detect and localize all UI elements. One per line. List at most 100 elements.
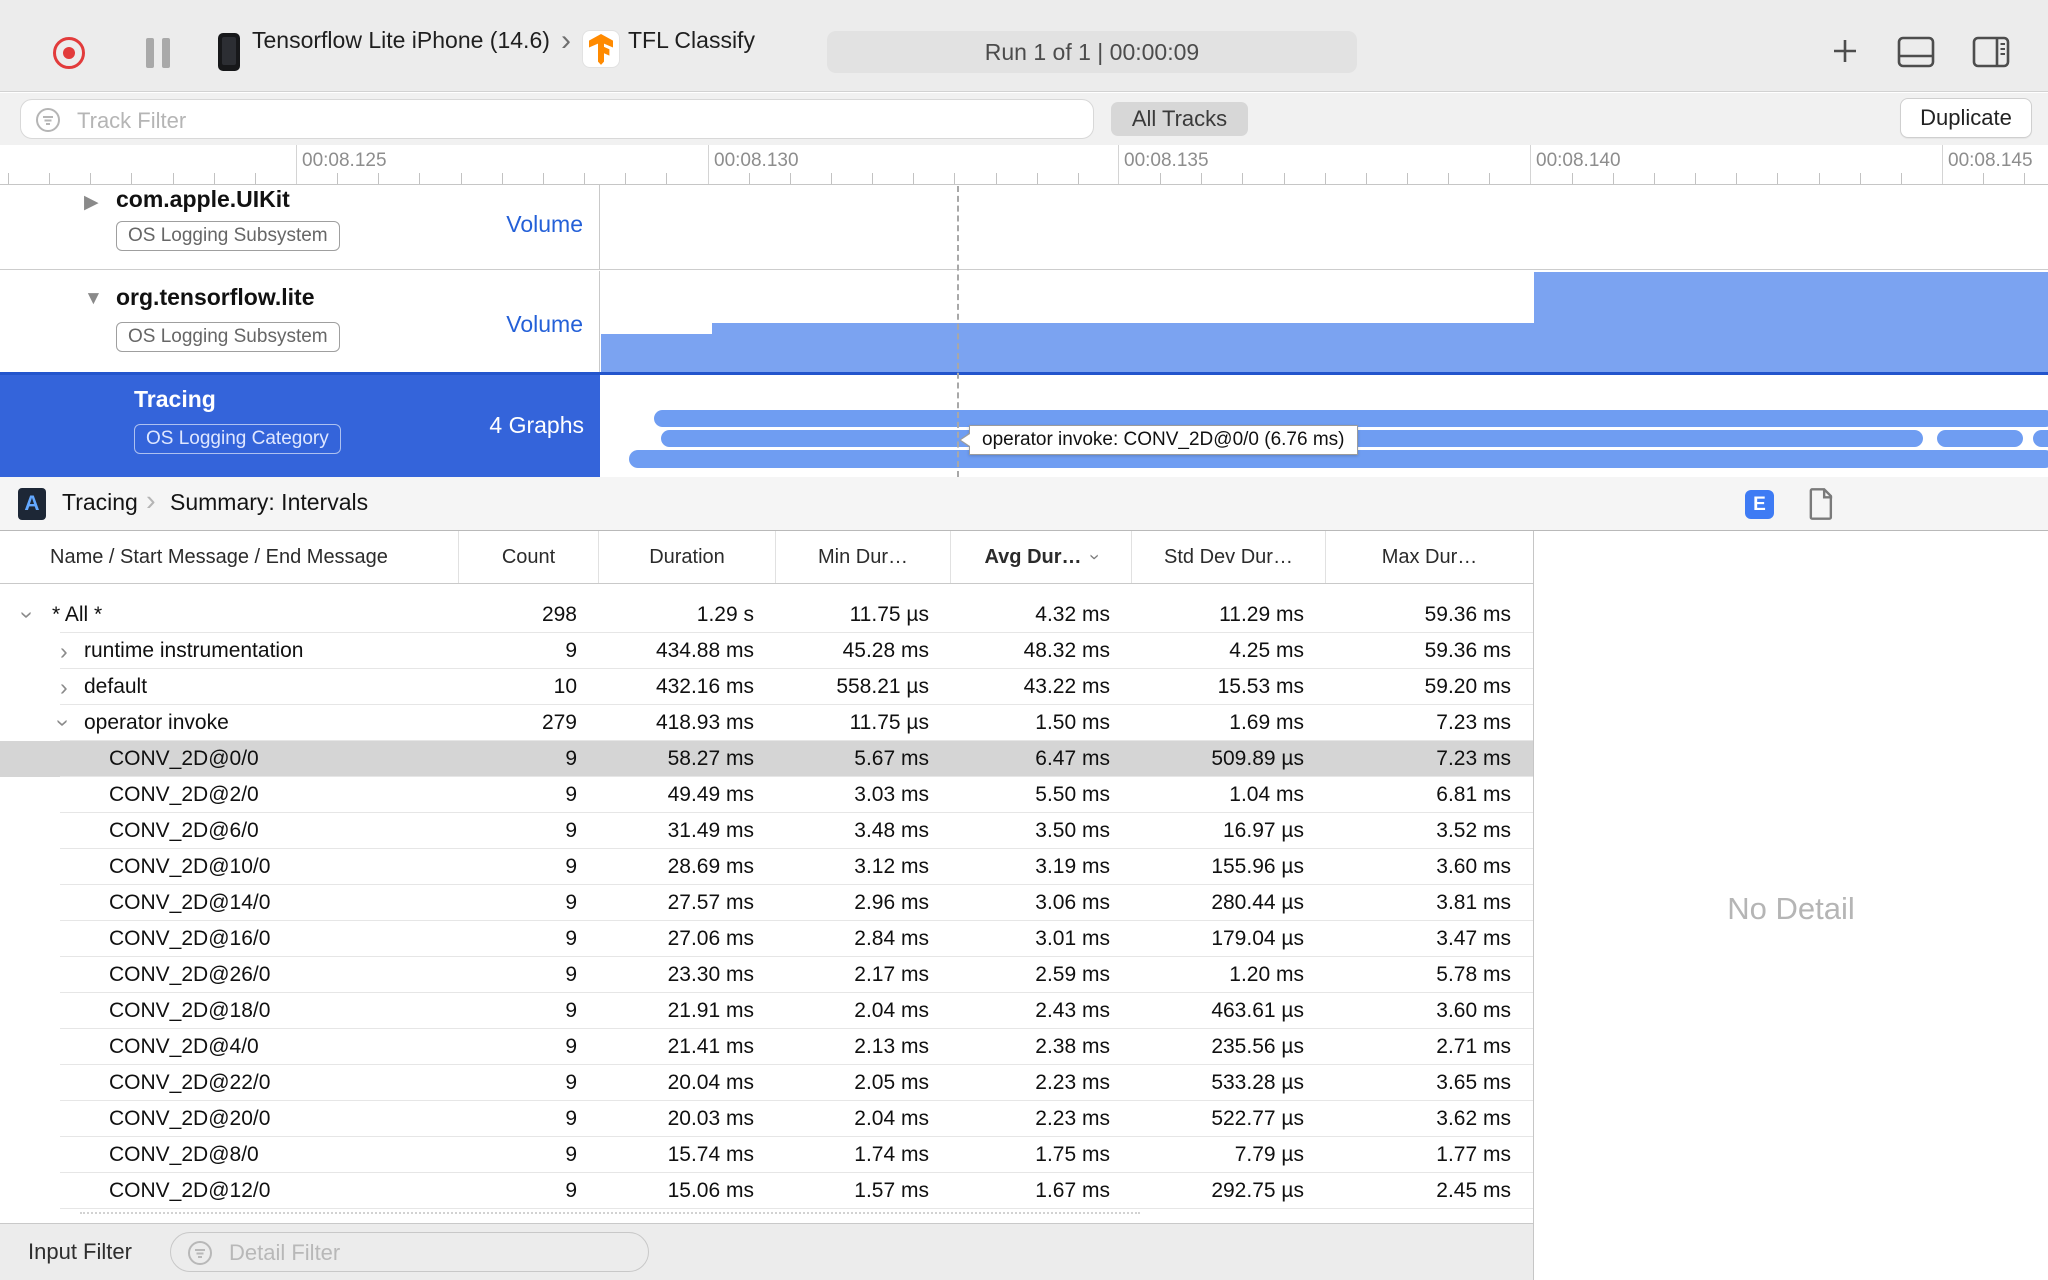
breadcrumb-summary-intervals[interactable]: Summary: Intervals	[170, 489, 368, 516]
disclosure-collapsed-icon[interactable]: ▶	[84, 191, 99, 214]
row-avg: 2.59 ms	[1035, 963, 1110, 986]
table-row[interactable]: CONV_2D@4/0 9 21.41 ms 2.13 ms 2.38 ms 235.56…	[0, 1029, 1533, 1065]
row-min: 2.05 ms	[854, 1071, 929, 1094]
row-max: 2.71 ms	[1436, 1035, 1511, 1058]
row-name: default	[84, 675, 148, 698]
row-disclosure-icon[interactable]: ›	[60, 669, 68, 705]
column-header-name[interactable]: Name / Start Message / End Message	[0, 531, 459, 583]
track-header-tracing[interactable]: Tracing OS Logging Category 4 Graphs	[0, 372, 600, 477]
track-title: Tracing	[134, 386, 216, 412]
table-row[interactable]: › * All * 298 1.29 s 11.75 µs 4.32 ms 11.29 ms…	[0, 597, 1533, 633]
track-header-uikit[interactable]: ▶ com.apple.UIKit OS Logging Subsystem V…	[0, 185, 600, 269]
row-disclosure-icon[interactable]: ›	[10, 611, 46, 619]
table-row[interactable]: CONV_2D@16/0 9 27.06 ms 2.84 ms 3.01 ms 179.0…	[0, 921, 1533, 957]
table-row[interactable]: CONV_2D@2/0 9 49.49 ms 3.03 ms 5.50 ms 1.04 m…	[0, 777, 1533, 813]
table-row[interactable]: CONV_2D@8/0 9 15.74 ms 1.74 ms 1.75 ms 7.79 µ…	[0, 1137, 1533, 1173]
row-disclosure-icon[interactable]: ›	[46, 719, 82, 727]
ruler-minor-tick	[419, 173, 421, 184]
toggle-bottom-pane-button[interactable]	[1897, 36, 1935, 68]
target-select[interactable]: TFL Classify	[628, 27, 755, 54]
ruler-major-tick	[1118, 145, 1119, 184]
table-row[interactable]: CONV_2D@12/0 9 15.06 ms 1.57 ms 1.67 ms 292.7…	[0, 1173, 1533, 1209]
toolbar: Tensorflow Lite iPhone (14.6) › TFL Clas…	[0, 0, 2048, 92]
row-disclosure-icon[interactable]: ›	[60, 633, 68, 669]
row-count: 10	[553, 675, 577, 698]
table-row[interactable]: CONV_2D@14/0 9 27.57 ms 2.96 ms 3.06 ms 280.4…	[0, 885, 1533, 921]
table-row[interactable]: CONV_2D@22/0 9 20.04 ms 2.05 ms 2.23 ms 533.2…	[0, 1065, 1533, 1101]
track-row-uikit[interactable]: ▶ com.apple.UIKit OS Logging Subsystem V…	[0, 185, 2048, 270]
ruler-minor-tick	[995, 173, 997, 184]
duplicate-button[interactable]: Duplicate	[1900, 98, 2032, 138]
ruler-minor-tick	[1242, 173, 1244, 184]
row-count: 279	[541, 711, 577, 734]
ruler-minor-tick	[1695, 173, 1697, 184]
extended-detail-badge[interactable]: E	[1745, 490, 1774, 519]
table-row[interactable]: › operator invoke 279 418.93 ms 11.75 µs 1.50…	[0, 705, 1533, 741]
volume-bar-segment	[712, 323, 1534, 372]
row-std: 15.53 ms	[1217, 675, 1304, 698]
column-header-stddev[interactable]: Std Dev Dur…	[1132, 531, 1326, 583]
input-filter-button[interactable]: Input Filter	[28, 1239, 132, 1265]
interval-bar[interactable]	[2033, 430, 2048, 447]
no-detail-label: No Detail	[1727, 891, 1855, 926]
table-row[interactable]: CONV_2D@20/0 9 20.03 ms 2.04 ms 2.23 ms 522.7…	[0, 1101, 1533, 1137]
row-duration: 15.74 ms	[667, 1143, 754, 1166]
table-row[interactable]: CONV_2D@18/0 9 21.91 ms 2.04 ms 2.43 ms 463.6…	[0, 993, 1533, 1029]
ruler-minor-tick	[1818, 173, 1820, 184]
breadcrumb-chevron-icon: ›	[146, 485, 156, 517]
track-timeline-uikit[interactable]	[601, 185, 2048, 269]
toggle-right-pane-button[interactable]	[1972, 36, 2010, 68]
row-min: 2.17 ms	[854, 963, 929, 986]
document-icon[interactable]	[1808, 488, 1835, 520]
pause-button-icon[interactable]	[146, 38, 170, 68]
row-name-cell: CONV_2D@14/0	[0, 885, 459, 921]
table-row[interactable]: › runtime instrumentation 9 434.88 ms 45.28 …	[0, 633, 1533, 669]
ruler-tick-label: 00:08.145	[1948, 150, 2033, 171]
track-timeline-volume-histogram[interactable]	[601, 271, 2048, 372]
row-duration: 27.57 ms	[667, 891, 754, 914]
table-row[interactable]: CONV_2D@26/0 9 23.30 ms 2.17 ms 2.59 ms 1.20 …	[0, 957, 1533, 993]
device-select[interactable]: Tensorflow Lite iPhone (14.6)	[252, 27, 550, 54]
record-button-icon[interactable]	[53, 37, 85, 69]
table-row[interactable]: CONV_2D@10/0 9 28.69 ms 3.12 ms 3.19 ms 155.9…	[0, 849, 1533, 885]
track-row-tensorflow[interactable]: ▼ org.tensorflow.lite OS Logging Subsyst…	[0, 271, 2048, 372]
pane-divider[interactable]	[1533, 531, 1534, 1280]
add-instrument-button[interactable]	[1830, 36, 1860, 66]
breadcrumb-tracing[interactable]: Tracing	[62, 489, 138, 516]
ruler-minor-tick	[337, 173, 339, 184]
track-badge: OS Logging Subsystem	[116, 322, 340, 352]
all-tracks-button[interactable]: All Tracks	[1111, 102, 1248, 136]
interval-bar[interactable]	[1937, 430, 2023, 447]
row-count: 9	[565, 891, 577, 914]
instruments-window: Tensorflow Lite iPhone (14.6) › TFL Clas…	[0, 0, 2048, 1280]
column-header-count[interactable]: Count	[459, 531, 599, 583]
row-avg: 3.19 ms	[1035, 855, 1110, 878]
row-duration: 23.30 ms	[667, 963, 754, 986]
row-min: 2.84 ms	[854, 927, 929, 950]
table-row[interactable]: CONV_2D@0/0 9 58.27 ms 5.67 ms 6.47 ms 509.89…	[0, 741, 1533, 777]
column-header-avg-label: Avg Dur…	[984, 546, 1082, 568]
ruler-minor-tick	[7, 173, 9, 184]
track-filter-input[interactable]: Track Filter	[20, 99, 1094, 139]
time-ruler[interactable]: 00:08.125 00:08.130 00:08.135 00:08.140 00:0…	[0, 145, 2048, 185]
row-avg: 2.23 ms	[1035, 1071, 1110, 1094]
row-avg: 48.32 ms	[1023, 639, 1110, 662]
row-duration: 58.27 ms	[667, 747, 754, 770]
row-name: CONV_2D@10/0	[109, 855, 271, 878]
column-header-min[interactable]: Min Dur…	[776, 531, 951, 583]
detail-filter-placeholder: Detail Filter	[229, 1240, 341, 1265]
column-header-max[interactable]: Max Dur…	[1326, 531, 1533, 583]
row-name: CONV_2D@16/0	[109, 927, 271, 950]
row-max: 59.20 ms	[1424, 675, 1511, 698]
ruler-minor-tick	[1489, 173, 1491, 184]
row-duration: 434.88 ms	[655, 639, 754, 662]
table-row[interactable]: CONV_2D@6/0 9 31.49 ms 3.48 ms 3.50 ms 16.97 …	[0, 813, 1533, 849]
row-min: 11.75 µs	[849, 603, 929, 626]
detail-filter-input[interactable]: Detail Filter	[170, 1232, 649, 1272]
column-header-avg[interactable]: Avg Dur… ›	[951, 531, 1132, 583]
table-row[interactable]: › default 10 432.16 ms 558.21 µs 43.22 ms 15.5…	[0, 669, 1533, 705]
column-header-duration[interactable]: Duration	[599, 531, 776, 583]
disclosure-expanded-icon[interactable]: ▼	[84, 288, 103, 310]
table-header: Name / Start Message / End Message Count…	[0, 531, 1533, 584]
track-header-tensorflow[interactable]: ▼ org.tensorflow.lite OS Logging Subsyst…	[0, 271, 600, 372]
